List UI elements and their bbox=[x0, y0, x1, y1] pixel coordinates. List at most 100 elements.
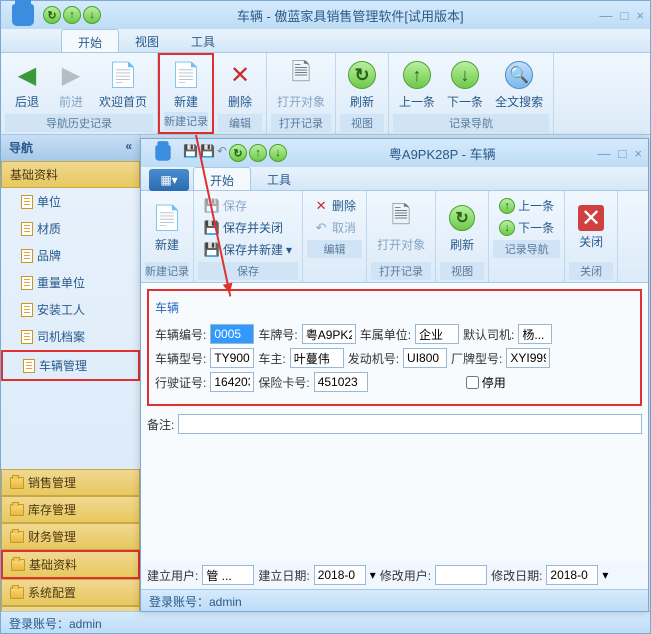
doc-icon bbox=[21, 249, 33, 263]
tab-start[interactable]: 开始 bbox=[61, 29, 119, 52]
next-button[interactable]: ↓下一条 bbox=[495, 217, 558, 238]
sidebar-item-brand[interactable]: 品牌 bbox=[1, 242, 140, 269]
main-titlebar: ↻ ↑ ↓ 车辆 - 傲蓝家具销售管理软件[试用版本] — □ × bbox=[1, 1, 650, 29]
home-button[interactable]: 📄欢迎首页 bbox=[93, 55, 153, 114]
maximize-icon[interactable]: □ bbox=[621, 8, 629, 23]
new-icon: 📄 bbox=[170, 59, 202, 91]
driver-input[interactable] bbox=[518, 324, 552, 344]
model-input[interactable] bbox=[210, 348, 254, 368]
new-button[interactable]: 📄新建 bbox=[145, 193, 189, 262]
doc-icon bbox=[21, 276, 33, 290]
modify-user-input[interactable] bbox=[435, 565, 487, 585]
modify-date-input[interactable] bbox=[546, 565, 598, 585]
collapse-icon[interactable]: « bbox=[125, 139, 132, 156]
engine-label: 发动机号: bbox=[348, 350, 399, 367]
tab-tools[interactable]: 工具 bbox=[251, 167, 307, 190]
next-button[interactable]: ↓下一条 bbox=[441, 55, 489, 114]
sidebar-sec-system[interactable]: 系统配置 bbox=[1, 579, 140, 606]
owner-input[interactable] bbox=[290, 348, 344, 368]
minimize-icon[interactable]: — bbox=[600, 8, 613, 23]
down-icon: ↓ bbox=[499, 220, 515, 236]
open-obj-button[interactable]: 🗎打开对象 bbox=[271, 55, 331, 114]
insurance-input[interactable] bbox=[314, 372, 368, 392]
doc-icon bbox=[21, 195, 33, 209]
sidebar-sec-stock[interactable]: 库存管理 bbox=[1, 496, 140, 523]
open-obj-button[interactable]: 🗎打开对象 bbox=[371, 193, 431, 262]
tab-tools[interactable]: 工具 bbox=[175, 29, 231, 52]
doc-icon bbox=[21, 330, 33, 344]
sidebar-sec-basic[interactable]: 基础资料 bbox=[1, 161, 140, 188]
engine-input[interactable] bbox=[403, 348, 447, 368]
create-date-label: 建立日期: bbox=[258, 567, 309, 584]
prev-qa-icon[interactable]: ↑ bbox=[63, 6, 81, 24]
save-qa-icon[interactable]: 💾 bbox=[183, 144, 198, 162]
prev-button[interactable]: ↑上一条 bbox=[495, 195, 558, 216]
close-button[interactable]: ✕关闭 bbox=[569, 193, 613, 262]
quick-access: ↻ ↑ ↓ bbox=[43, 6, 101, 24]
remark-input[interactable] bbox=[178, 414, 642, 434]
file-menu[interactable]: ▦▾ bbox=[149, 169, 189, 191]
license-input[interactable] bbox=[210, 372, 254, 392]
forward-button[interactable]: ▶前进 bbox=[49, 55, 93, 114]
refresh-qa-icon[interactable]: ↻ bbox=[229, 144, 247, 162]
create-user-input[interactable] bbox=[202, 565, 254, 585]
sidebar-sec-finance[interactable]: 财务管理 bbox=[1, 523, 140, 550]
close-icon: ✕ bbox=[578, 205, 604, 231]
window-controls: — □ × bbox=[600, 8, 644, 23]
sidebar-sec-sales[interactable]: 销售管理 bbox=[1, 469, 140, 496]
sidebar-item-worker[interactable]: 安装工人 bbox=[1, 296, 140, 323]
group-nav-label: 导航历史记录 bbox=[5, 114, 153, 132]
minimize-icon[interactable]: — bbox=[598, 146, 611, 161]
tab-view[interactable]: 视图 bbox=[119, 29, 175, 52]
main-menubar: 开始 视图 工具 bbox=[1, 29, 650, 53]
new-button[interactable]: 📄新建 bbox=[164, 57, 208, 112]
sidebar-item-weight[interactable]: 重量单位 bbox=[1, 269, 140, 296]
vehicle-no-label: 车辆编号: bbox=[155, 326, 206, 343]
next-qa-icon[interactable]: ↓ bbox=[83, 6, 101, 24]
create-date-input[interactable] bbox=[314, 565, 366, 585]
forward-icon: ▶ bbox=[55, 59, 87, 91]
prev-qa-icon[interactable]: ↑ bbox=[249, 144, 267, 162]
prev-button[interactable]: ↑上一条 bbox=[393, 55, 441, 114]
main-statusbar: 登录账号：admin bbox=[1, 611, 650, 633]
next-qa-icon[interactable]: ↓ bbox=[269, 144, 287, 162]
undo-icon: ↶ bbox=[313, 220, 329, 236]
up-icon: ↑ bbox=[499, 198, 515, 214]
refresh-button[interactable]: ↻刷新 bbox=[340, 55, 384, 114]
unit-label: 车属单位: bbox=[360, 326, 411, 343]
doc-icon bbox=[21, 222, 33, 236]
sidebar-sec-basic2[interactable]: 基础资料 bbox=[1, 550, 140, 579]
unit-input[interactable] bbox=[415, 324, 459, 344]
close-icon[interactable]: × bbox=[634, 146, 642, 161]
cancel-button[interactable]: ↶取消 bbox=[309, 217, 360, 238]
sidebar-item-unit[interactable]: 单位 bbox=[1, 188, 140, 215]
factory-input[interactable] bbox=[506, 348, 550, 368]
delete-icon: ✕ bbox=[224, 59, 256, 91]
maximize-icon[interactable]: □ bbox=[619, 146, 627, 161]
save-button[interactable]: 💾保存 bbox=[200, 195, 296, 216]
main-title: 车辆 - 傲蓝家具销售管理软件[试用版本] bbox=[101, 6, 600, 25]
delete-button[interactable]: ✕删除 bbox=[218, 55, 262, 114]
close-icon[interactable]: × bbox=[636, 8, 644, 23]
refresh-qa-icon[interactable]: ↻ bbox=[43, 6, 61, 24]
undo-qa-icon[interactable]: ↶ bbox=[217, 144, 227, 162]
sidebar-item-material[interactable]: 材质 bbox=[1, 215, 140, 242]
vehicle-no-input[interactable] bbox=[210, 324, 254, 344]
create-user-label: 建立用户: bbox=[147, 567, 198, 584]
save-new-button[interactable]: 💾保存并新建▾ bbox=[200, 239, 296, 260]
delete-button[interactable]: ✕删除 bbox=[309, 195, 360, 216]
search-button[interactable]: 🔍全文搜索 bbox=[489, 55, 549, 114]
modify-date-label: 修改日期: bbox=[491, 567, 542, 584]
remark-label: 备注: bbox=[147, 416, 174, 433]
factory-label: 厂牌型号: bbox=[451, 350, 502, 367]
plate-input[interactable] bbox=[302, 324, 356, 344]
plate-label: 车牌号: bbox=[258, 326, 297, 343]
sidebar: 导航« 基础资料 单位 材质 品牌 重量单位 安装工人 司机档案 车辆管理 销售… bbox=[1, 135, 141, 633]
refresh-button[interactable]: ↻刷新 bbox=[440, 193, 484, 262]
sidebar-item-vehicle[interactable]: 车辆管理 bbox=[1, 350, 140, 381]
doc-icon bbox=[23, 359, 35, 373]
sidebar-item-driver[interactable]: 司机档案 bbox=[1, 323, 140, 350]
back-button[interactable]: ◀后退 bbox=[5, 55, 49, 114]
app-icon bbox=[147, 139, 179, 167]
disable-checkbox[interactable]: 停用 bbox=[466, 374, 506, 391]
